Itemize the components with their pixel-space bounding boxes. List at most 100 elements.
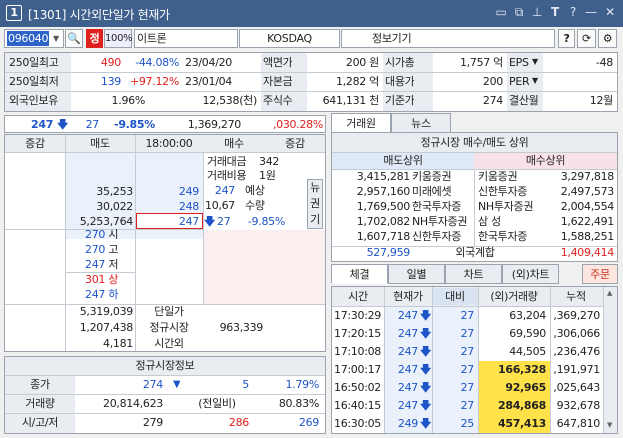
trade-price: 247 (397, 327, 418, 340)
sell-qty: 1,702,082 (356, 215, 410, 228)
tab-foreign-chart[interactable]: (외)차트 (502, 264, 559, 284)
stat-value: -48 (595, 56, 613, 69)
stat-value: 1,282 억 (335, 75, 379, 88)
regular-bid-quantity: 963,339 (219, 321, 263, 334)
sector-info-field[interactable]: 정보기기 (341, 29, 555, 48)
lower-limit-price: 247 하 (85, 288, 119, 301)
refresh-icon[interactable]: ⟳ (577, 29, 596, 48)
total-ask-quantity: 5,319,039 (79, 305, 133, 318)
low-price: 247 저 (85, 258, 119, 271)
tab-order[interactable]: 주문 (582, 264, 618, 284)
trade-change: 27 (460, 399, 474, 412)
open-price-regular: 279 (142, 416, 163, 429)
font-size-icon[interactable]: T (548, 5, 562, 19)
trade-price: 247 (397, 363, 418, 376)
chevron-down-icon[interactable]: ▼ (532, 72, 538, 89)
trade-volume-large: 166,328 (497, 363, 546, 376)
trade-time: 16:40:15 (334, 399, 382, 412)
side-tab-news[interactable]: 뉴 (307, 179, 323, 196)
tab-news[interactable]: 뉴스 (391, 113, 451, 133)
tab-trades[interactable]: 체결 (331, 264, 388, 284)
expected-quantity: 10,676 (205, 199, 235, 212)
buy-qty: 3,297,818 (560, 170, 614, 183)
foreign-total-label: 외국계합 (455, 246, 495, 259)
summary-panel: 250일최고 490 -44.08% 23/04/20 액면가 200 원 시가… (4, 52, 618, 112)
sell-broker[interactable]: 키움증권 (412, 169, 474, 184)
trade-price: 247 (397, 345, 418, 358)
close-rate: 1.79% (285, 378, 319, 391)
trade-price: 247 (397, 381, 418, 394)
sell-broker[interactable]: NH투자증권 (412, 214, 474, 229)
stat-value: 1.96% (111, 94, 145, 107)
sell-broker[interactable]: 한국투자증 (412, 199, 474, 214)
buy-broker[interactable]: 신한투자증 (478, 184, 542, 199)
help-button[interactable]: ? (558, 29, 575, 48)
window-title: [1301] 시간외단일가 현재가 (28, 8, 170, 22)
title-bar: 1 [1301] 시간외단일가 현재가 ▭ ⧉ ⊥ T ? — ✕ (0, 0, 623, 27)
arrow-down-icon: 🡇 (420, 399, 432, 412)
volume: 1,369,270 (187, 118, 241, 131)
quantity-label: 수량 (245, 199, 265, 212)
window-list-icon[interactable]: ▭ (494, 5, 508, 19)
stat-percent: 12,538(천) (202, 94, 258, 107)
chevron-down-icon[interactable]: ▼ (53, 30, 59, 47)
arrow-down-icon: 🡇 (420, 327, 432, 340)
price-change: 27 (85, 118, 99, 131)
trade-cumulative: 932,678 (556, 399, 600, 412)
trade-cumulative: ,369,270 (553, 309, 600, 322)
trade-change: 25 (460, 417, 474, 430)
trade-volume-large: 92,965 (505, 381, 546, 394)
column-header: 매도 (90, 137, 110, 150)
foreign-buy-total: 1,409,414 (560, 246, 614, 259)
sell-qty: 3,415,281 (356, 170, 410, 183)
arrow-down-icon: 🡇 (420, 345, 432, 358)
sell-broker[interactable]: 미래에셋 (412, 184, 474, 199)
buy-broker[interactable]: 삼 성 (478, 214, 542, 229)
arrow-down-icon: 🡇 (420, 381, 432, 394)
trades-scrollbar[interactable]: ▲ ▼ (603, 287, 617, 433)
buy-qty: 2,497,573 (560, 185, 614, 198)
margin-rate-badge: 100% (104, 29, 133, 48)
close-icon[interactable]: ✕ (603, 5, 617, 19)
expected-change: 27 (217, 215, 231, 228)
close-price: 274 (142, 378, 163, 391)
buy-broker[interactable]: 한국투자증 (478, 229, 542, 244)
trade-cumulative: ,306,066 (553, 327, 600, 340)
tab-broker[interactable]: 거래원 (331, 113, 391, 133)
scroll-up-icon[interactable]: ▲ (607, 289, 612, 297)
trade-cumulative: 647,810 (556, 417, 600, 430)
side-tab-misc[interactable]: 기 (307, 211, 323, 228)
high-price-regular: 286 (228, 416, 249, 429)
search-icon[interactable]: 🔍 (65, 29, 83, 48)
stock-name: 이트론 (137, 32, 167, 45)
volume-vs-prev: 80.83% (278, 397, 319, 410)
stat-percent: -44.08% (135, 56, 179, 69)
scroll-down-icon[interactable]: ▼ (607, 421, 612, 429)
help-icon[interactable]: ? (566, 5, 580, 19)
tab-chart[interactable]: 차트 (445, 264, 502, 284)
minimize-icon[interactable]: — (584, 5, 598, 19)
chevron-down-icon[interactable]: ▼ (532, 53, 538, 70)
trade-time: 17:00:17 (334, 363, 382, 376)
window-copy-icon[interactable]: ⧉ (512, 5, 526, 19)
column-header: 증감 (285, 137, 305, 150)
column-header: 현재가 (393, 290, 423, 303)
section-title: 정규시장정보 (135, 359, 195, 372)
afterhours-label: 시간외 (154, 337, 184, 350)
column-header: 18:00:00 (145, 137, 193, 150)
close-change: 5 (242, 378, 249, 391)
buy-broker[interactable]: 키움증권 (478, 169, 542, 184)
ask-price-current[interactable]: 247 (137, 213, 199, 230)
stat-label: 액면가 (263, 56, 293, 69)
stock-name-field[interactable]: 이트론 (134, 29, 238, 48)
tab-daily[interactable]: 일별 (388, 264, 445, 284)
trade-volume: 63,204 (509, 309, 546, 322)
sell-broker[interactable]: 신한투자증 (412, 229, 474, 244)
settings-gear-icon[interactable]: ⚙ (598, 29, 617, 48)
arrow-down-icon: 🡇 (420, 363, 432, 376)
column-header: 증감 (25, 137, 45, 150)
pin-icon[interactable]: ⊥ (530, 5, 544, 19)
stock-code-input[interactable]: 096040 ▼ (4, 29, 64, 48)
buy-broker[interactable]: NH투자증권 (478, 199, 542, 214)
side-tab-rights[interactable]: 권 (307, 195, 323, 212)
